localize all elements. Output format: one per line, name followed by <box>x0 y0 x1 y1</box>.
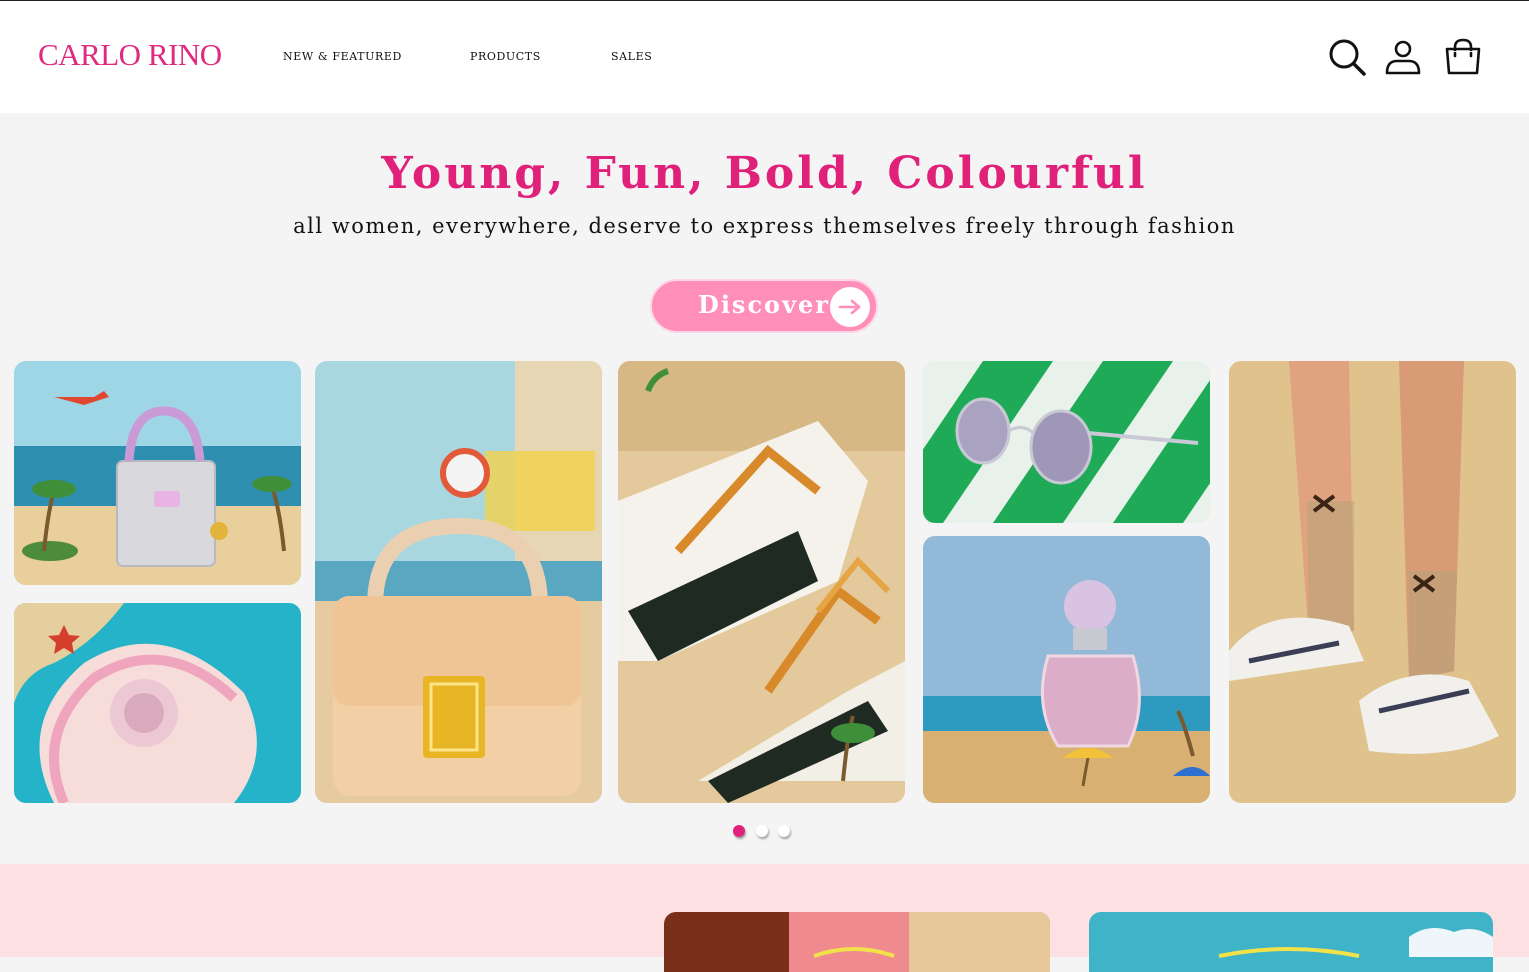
promo-card-right[interactable] <box>1089 912 1493 972</box>
product-image-handbag[interactable] <box>14 361 301 585</box>
promo-section <box>0 864 1529 972</box>
arrow-right-icon <box>830 287 870 327</box>
product-image-scarf[interactable] <box>14 603 301 803</box>
carousel-dot-1[interactable] <box>733 825 745 837</box>
search-icon[interactable] <box>1327 37 1367 77</box>
product-image-perfume[interactable] <box>923 536 1210 803</box>
product-image-sneakers[interactable] <box>618 361 905 803</box>
nav-new-featured[interactable]: NEW & FEATURED <box>283 50 402 63</box>
discover-button-label: Discover <box>698 290 830 319</box>
nav-products[interactable]: PRODUCTS <box>470 50 541 63</box>
promo-card-left[interactable] <box>664 912 1050 972</box>
hero-subtitle: all women, everywhere, deserve to expres… <box>293 214 1236 238</box>
product-image-top-handle-bag[interactable] <box>315 361 602 803</box>
product-image-sunglasses[interactable] <box>923 361 1210 523</box>
account-icon[interactable] <box>1383 37 1423 77</box>
hero-title: Young, Fun, Bold, Colourful <box>381 148 1148 199</box>
carousel-dot-2[interactable] <box>756 825 768 837</box>
top-navigation-bar: CARLO RINO NEW & FEATURED PRODUCTS SALES <box>0 0 1529 113</box>
discover-button[interactable]: Discover <box>650 279 878 333</box>
bag-icon[interactable] <box>1443 37 1483 77</box>
nav-sales[interactable]: SALES <box>611 50 652 63</box>
carousel-dot-3[interactable] <box>778 825 790 837</box>
product-image-legs-sneakers[interactable] <box>1229 361 1516 803</box>
brand-logo[interactable]: CARLO RINO <box>38 37 222 73</box>
